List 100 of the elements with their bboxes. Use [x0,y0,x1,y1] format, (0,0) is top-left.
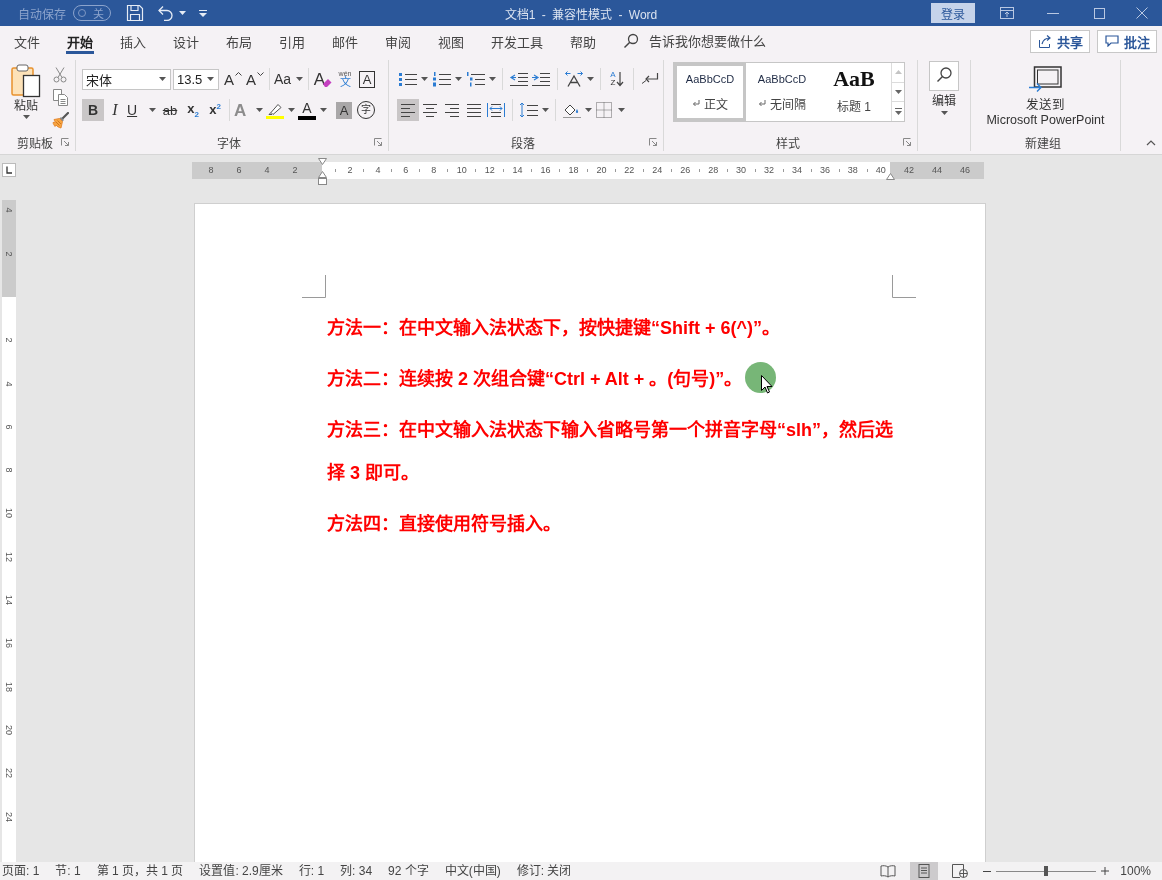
font-size-field[interactable]: 13.5 [173,68,219,90]
print-layout-button[interactable] [910,862,939,880]
chevron-down-icon [257,72,264,76]
ruler-number: 32 [764,165,775,175]
scissors-icon [53,66,67,83]
bulleted-list-icon [398,71,418,87]
paint-bucket-icon [562,102,582,118]
globe-page-icon [952,864,969,878]
ribbon-tab[interactable]: 设计 [159,26,212,56]
close-icon [1136,7,1148,19]
caret-icon [179,11,186,15]
ruler-number: 38 [847,165,858,175]
font-color-button[interactable]: A [297,99,329,121]
ruler-number: 8 [431,165,437,175]
line-caret-icon [199,9,207,17]
ribbon-tab[interactable]: 文件 [0,26,53,56]
multilevel-list-icon [466,71,486,87]
sign-in-button[interactable]: 登录 [931,3,975,23]
character-shading-button[interactable]: A [333,99,355,121]
ruler-number: 20 [4,724,14,735]
comments-button[interactable]: 批注 [1097,29,1157,53]
caret-icon [894,90,902,94]
bold-button[interactable]: B [82,99,104,121]
ruler-number: 18 [4,681,14,692]
ruler-number: 46 [960,165,970,175]
screen-arrow-icon [1028,66,1063,94]
right-indent-marker[interactable] [886,172,895,180]
ruler-number: 28 [708,165,719,175]
first-line-indent-marker[interactable] [318,157,327,165]
tell-me-field[interactable]: 告诉我你想要做什么 [649,33,789,49]
ruler-number: 22 [624,165,635,175]
ruler-number: 6 [4,424,14,430]
style-option[interactable]: AaBbCcD 正文 [674,63,746,121]
mouse-pointer-icon [761,375,773,394]
caret-icon [940,111,948,115]
numbered-list-icon [432,71,452,87]
grow-font-button[interactable]: A [222,68,244,90]
ruler-number: 2 [4,251,14,257]
ribbon-tab[interactable]: 开发工具 [477,26,556,56]
minus-icon [983,870,992,872]
sort-button[interactable]: A Z [606,68,628,90]
autosave-label: 自动保存 [18,6,66,22]
align-left-button[interactable] [397,99,419,121]
crop-mark-icon [302,275,326,298]
ruler-number: 44 [932,165,942,175]
shrink-font-button[interactable]: A [244,68,266,90]
window-title: 文档1 - 兼容性模式 - Word [504,6,658,22]
chevron-up-icon [235,72,242,76]
ribbon-tab[interactable]: 插入 [106,26,159,56]
ruler-number: 12 [484,165,495,175]
change-case-button[interactable]: Aa [273,68,305,90]
ribbon-tab[interactable]: 邮件 [318,26,371,56]
ribbon-tab[interactable]: 审阅 [371,26,424,56]
status-text: 设置值: 2.9厘米 [199,864,283,878]
undo-arrow-icon [157,5,175,21]
ruler-number: 8 [208,165,214,175]
character-border-button[interactable]: A [356,68,378,90]
dialog-launcher-icon[interactable] [903,138,911,147]
group-label: 样式 [775,135,800,151]
superscript-button[interactable]: x$^{2}$ [204,99,226,121]
ruler-number: 36 [819,165,830,175]
open-book-icon [880,864,897,878]
ruler-number: 6 [236,165,242,175]
style-option[interactable]: AaBbCcD 无间隔 [746,63,818,121]
ruler-number: 42 [904,165,914,175]
body-paragraph: 方法一：在中文输入法状态下，按快捷键“Shift + 6(^)”。 [327,316,780,340]
format-painter-button[interactable] [49,109,71,132]
plus-icon [1101,867,1110,875]
ribbon-tab[interactable]: 视图 [424,26,477,56]
font-name-field[interactable]: 宋体 [82,68,171,90]
subscript-button[interactable]: x$_{2}$ [182,99,204,121]
ruler-number: 4 [4,207,14,213]
send-to-powerpoint-button[interactable]: 发送到 Microsoft PowerPoint [986,66,1105,128]
ruler-number: 10 [4,508,14,519]
hanging-indent-marker[interactable] [318,170,327,185]
line-caret-icon [894,108,902,116]
strikethrough-button[interactable]: ab [158,99,182,121]
asian-layout-button[interactable] [563,68,595,90]
paste-button[interactable]: 粘贴 [7,63,45,134]
ruler-number: 30 [736,165,747,175]
ruler-number: 24 [652,165,663,175]
left-tab-stop-icon[interactable] [2,163,16,177]
dialog-launcher-icon[interactable] [61,138,69,147]
ribbon-tab[interactable]: 布局 [212,26,265,56]
clear-formatting-button[interactable]: A [312,68,334,90]
slider-thumb[interactable] [1044,866,1049,876]
status-text: 第 1 页，共 1 页 [96,864,184,878]
align-right-icon [444,103,460,117]
italic-button[interactable]: I [104,99,126,121]
dialog-launcher-icon[interactable] [374,138,382,147]
dialog-launcher-icon[interactable] [649,138,657,147]
editing-button[interactable]: 编辑 [929,61,959,123]
ruler-number: 16 [540,165,551,175]
share-button[interactable]: 共享 [1030,29,1090,53]
style-option[interactable]: AaB 标题 1 [818,63,890,121]
page-lines-icon [917,864,932,878]
group-label: 段落 [511,135,535,151]
underline-button[interactable]: U [126,99,158,121]
ribbon-tab[interactable]: 引用 [265,26,318,56]
ribbon-tab[interactable]: 帮助 [556,26,609,56]
